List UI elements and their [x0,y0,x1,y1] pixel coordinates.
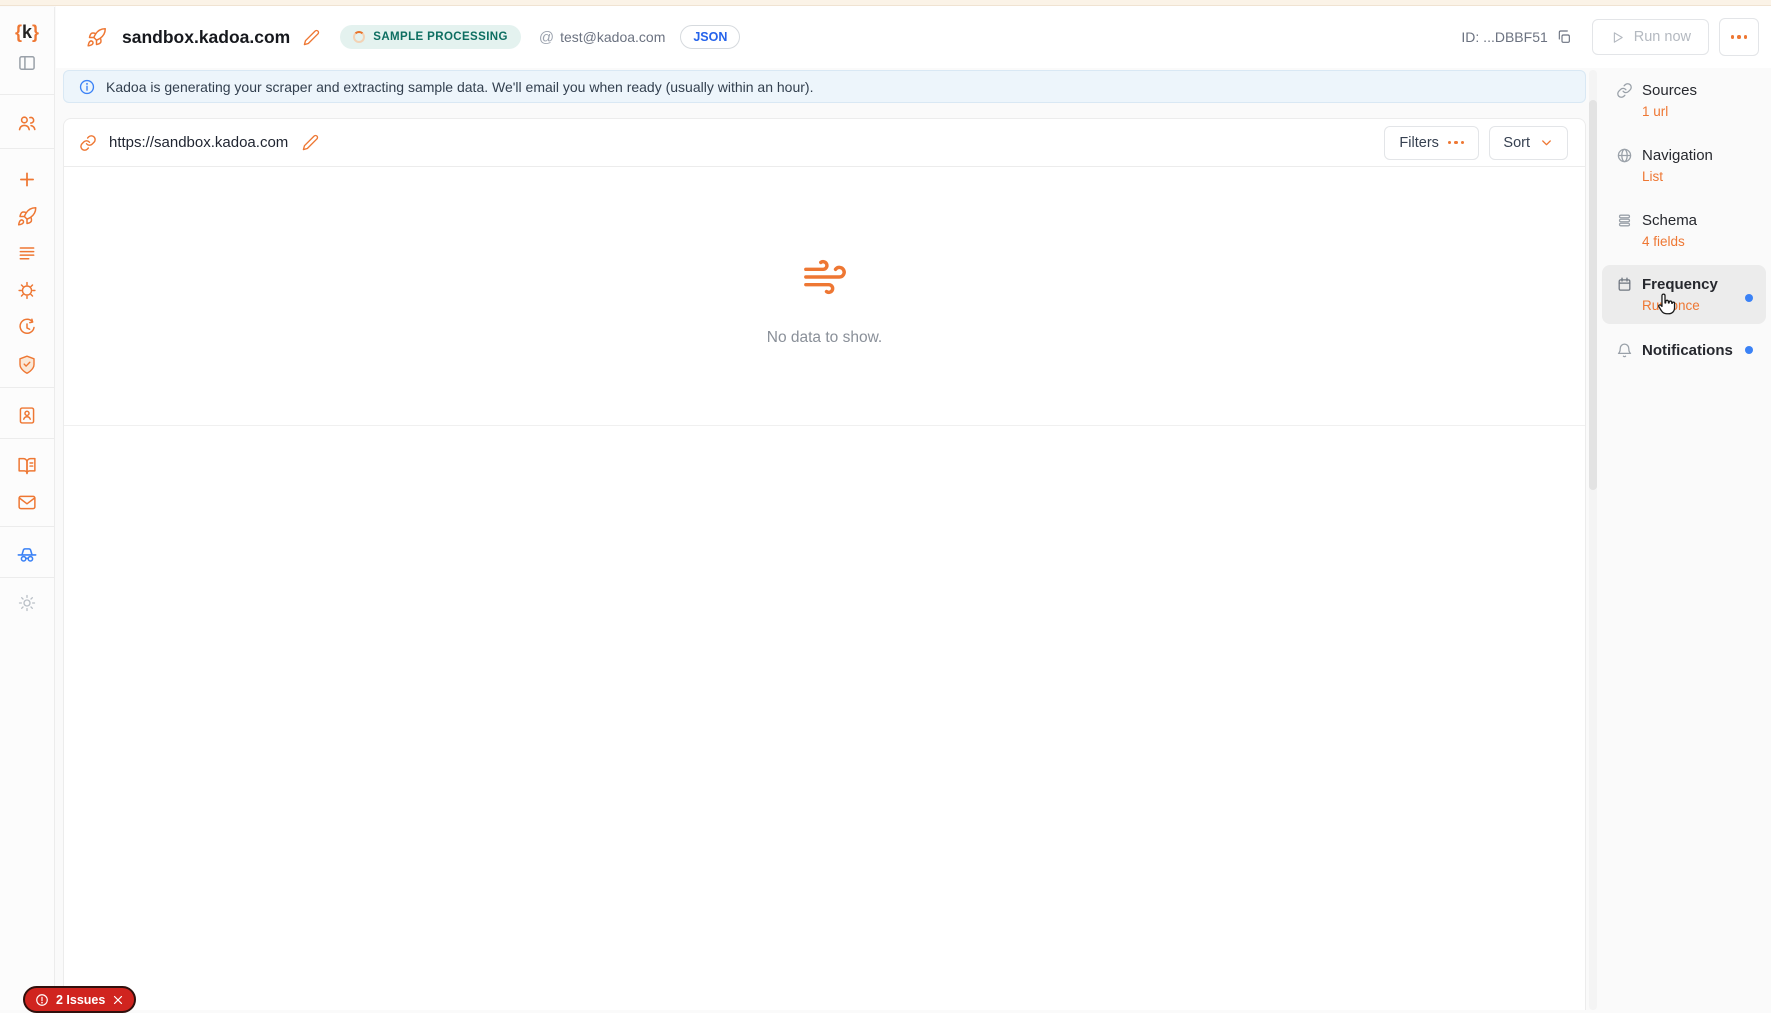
divider [64,425,1585,426]
scrollbar-thumb[interactable] [1589,100,1597,490]
rocket-icon [86,27,107,48]
panel-item-notifications[interactable]: Notifications [1602,342,1766,359]
spinner-icon [353,31,365,43]
add-workflow-icon[interactable] [17,169,38,190]
status-badge: SAMPLE PROCESSING [340,25,521,49]
panel-item-schema[interactable]: Schema 4 fields [1602,212,1766,249]
left-icon-rail: {k} [0,7,55,1010]
globe-icon [1616,147,1633,164]
notification-dot [1745,294,1753,302]
source-url: https://sandbox.kadoa.com [109,134,288,151]
panel-item-navigation[interactable]: Navigation List [1602,147,1766,184]
close-icon[interactable] [112,994,124,1006]
rocket-icon[interactable] [17,206,38,227]
panel-item-sources[interactable]: Sources 1 url [1602,82,1766,119]
navigation-value: List [1642,169,1752,184]
at-sign-icon: @ [539,29,554,46]
users-icon[interactable] [17,113,38,134]
account-email: @ test@kadoa.com [539,29,666,46]
workflow-list-icon[interactable] [17,243,37,263]
schema-value: 4 fields [1642,234,1752,249]
workflow-id: ID: ...DBBF51 [1461,29,1571,45]
mail-icon[interactable] [17,492,38,513]
incognito-icon[interactable] [16,543,38,565]
sort-button[interactable]: Sort [1489,126,1568,160]
issues-badge[interactable]: 2 Issues [23,986,136,1013]
theme-sun-icon[interactable] [17,593,37,613]
sources-value: 1 url [1642,104,1752,119]
empty-state: No data to show. [64,254,1585,347]
link-icon [1616,82,1633,99]
data-preview-card: https://sandbox.kadoa.com Filters Sort N… [63,118,1586,1010]
filters-button[interactable]: Filters [1384,126,1479,160]
app-logo[interactable]: {k} [15,22,39,43]
bell-icon [1616,342,1633,359]
info-banner: Kadoa is generating your scraper and ext… [63,70,1586,103]
rows-icon [1616,212,1633,229]
workflow-summary-panel: Sources 1 url Navigation List Schema 4 f… [1602,0,1766,1010]
notification-dot [1745,346,1753,354]
panel-item-frequency[interactable]: Frequency Run once [1602,276,1766,313]
settings-gear-icon[interactable] [17,280,38,301]
url-toolbar: https://sandbox.kadoa.com Filters Sort [64,119,1585,167]
copy-icon[interactable] [1556,29,1572,45]
header: sandbox.kadoa.com SAMPLE PROCESSING @ te… [56,6,1771,68]
link-icon [79,134,97,152]
banner-message: Kadoa is generating your scraper and ext… [106,79,813,95]
ellipsis-icon [1448,141,1465,145]
frequency-value: Run once [1642,298,1752,313]
calendar-icon [1616,276,1633,293]
format-badge: JSON [680,25,740,49]
panel-toggle-icon[interactable] [17,53,37,73]
history-clock-icon[interactable] [17,317,38,338]
id-card-icon[interactable] [17,405,38,426]
page-title: sandbox.kadoa.com [122,27,290,48]
info-icon [78,78,96,96]
chevron-down-icon [1539,135,1554,150]
docs-book-icon[interactable] [17,456,38,477]
shield-check-icon[interactable] [17,354,38,375]
edit-title-icon[interactable] [303,29,320,46]
edit-url-icon[interactable] [302,134,319,151]
wind-icon [802,254,848,300]
alert-circle-icon [35,993,49,1007]
empty-message: No data to show. [64,329,1585,347]
